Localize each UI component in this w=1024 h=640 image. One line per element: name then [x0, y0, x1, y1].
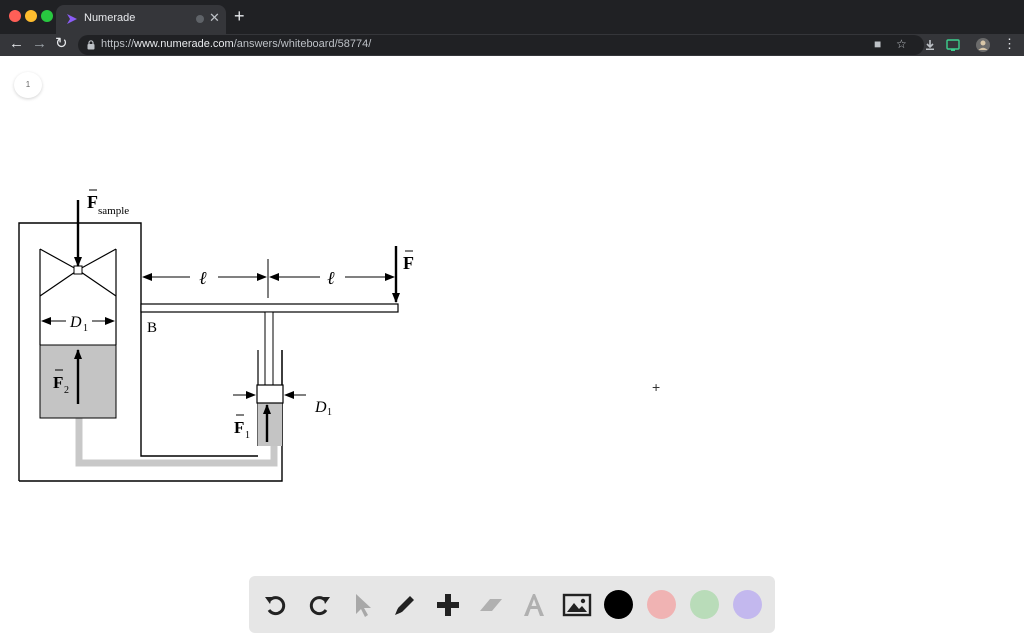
window-maximize-button[interactable]: [41, 10, 53, 22]
download-icon[interactable]: [922, 37, 938, 53]
undo-button[interactable]: [259, 588, 293, 622]
tab-close-icon[interactable]: ✕: [209, 10, 220, 26]
camera-icon[interactable]: ■: [874, 37, 881, 51]
image-tool-button[interactable]: [560, 588, 594, 622]
new-tab-button[interactable]: +: [234, 6, 245, 26]
add-icon: [437, 594, 459, 616]
f1-subscript: 1: [245, 430, 250, 441]
pen-icon: [395, 596, 414, 615]
d1-right-subscript: 1: [327, 407, 332, 418]
ell-right-label: ℓ: [327, 268, 335, 288]
url-path: /answers/whiteboard/58774/: [233, 38, 372, 50]
color-swatch-purple[interactable]: [733, 590, 762, 619]
tab-title: Numerade: [84, 12, 136, 24]
url-scheme: https://: [101, 38, 135, 50]
browser-tab-bar: Numerade ✕ +: [0, 0, 1024, 34]
reload-icon[interactable]: ↻: [55, 35, 68, 53]
color-swatch-red[interactable]: [647, 590, 676, 619]
f1-label: F: [234, 418, 244, 437]
eraser-tool-button[interactable]: [474, 588, 508, 622]
pointer-tool-button[interactable]: [345, 588, 379, 622]
undo-icon: [265, 596, 286, 616]
d1-left-label: D: [69, 314, 82, 331]
numerade-logo-icon: [67, 14, 77, 24]
browser-toolbar: ← → ↻ https://www.numerade.com/answers/w…: [0, 34, 1024, 56]
color-swatch-green[interactable]: [690, 590, 719, 619]
ell-left-label: ℓ: [199, 268, 207, 288]
lock-icon: [87, 40, 95, 50]
url-text: https://www.numerade.com/answers/whitebo…: [101, 38, 371, 50]
f-sample-subscript: sample: [98, 205, 129, 217]
browser-tab[interactable]: Numerade ✕: [56, 5, 226, 34]
add-shape-button[interactable]: [431, 588, 465, 622]
crosshair-cursor-icon: +: [652, 379, 661, 395]
d1-right-label: D: [314, 399, 327, 416]
text-tool-button[interactable]: [517, 588, 551, 622]
small-cylinder-fluid: [258, 403, 282, 446]
browser-menu-icon[interactable]: ⋮: [1003, 35, 1016, 53]
piston-rod: [264, 311, 274, 386]
cast-icon[interactable]: [945, 37, 961, 53]
eraser-icon: [480, 599, 502, 611]
image-icon: [562, 593, 592, 617]
whiteboard-toolbar: [249, 576, 775, 633]
tab-audio-icon: [196, 15, 204, 23]
sample-block: [73, 265, 83, 275]
f2-subscript: 2: [64, 385, 69, 396]
small-piston: [256, 384, 284, 404]
lever-bar: [140, 303, 399, 313]
f2-label: F: [53, 373, 63, 392]
f-sample-label: F: [87, 192, 98, 212]
whiteboard-canvas[interactable]: F sample D 1 F 2 B ℓ ℓ F D 1 F 1: [0, 56, 1024, 640]
bookmark-star-icon[interactable]: ☆: [896, 37, 907, 51]
pen-tool-button[interactable]: [388, 588, 422, 622]
window-minimize-button[interactable]: [25, 10, 37, 22]
text-icon: [524, 594, 544, 616]
redo-icon: [309, 596, 330, 616]
d1-left-subscript: 1: [83, 323, 88, 334]
pointer-icon: [356, 594, 371, 617]
color-swatch-black[interactable]: [604, 590, 633, 619]
profile-avatar-icon[interactable]: [975, 37, 991, 53]
address-bar[interactable]: https://www.numerade.com/answers/whitebo…: [78, 35, 924, 55]
url-host: www.numerade.com: [134, 38, 234, 50]
pivot-b-label: B: [147, 320, 157, 336]
forward-icon[interactable]: →: [32, 35, 47, 53]
back-icon[interactable]: ←: [9, 35, 24, 53]
redo-button[interactable]: [302, 588, 336, 622]
applied-force-label: F: [403, 253, 414, 273]
window-close-button[interactable]: [9, 10, 21, 22]
